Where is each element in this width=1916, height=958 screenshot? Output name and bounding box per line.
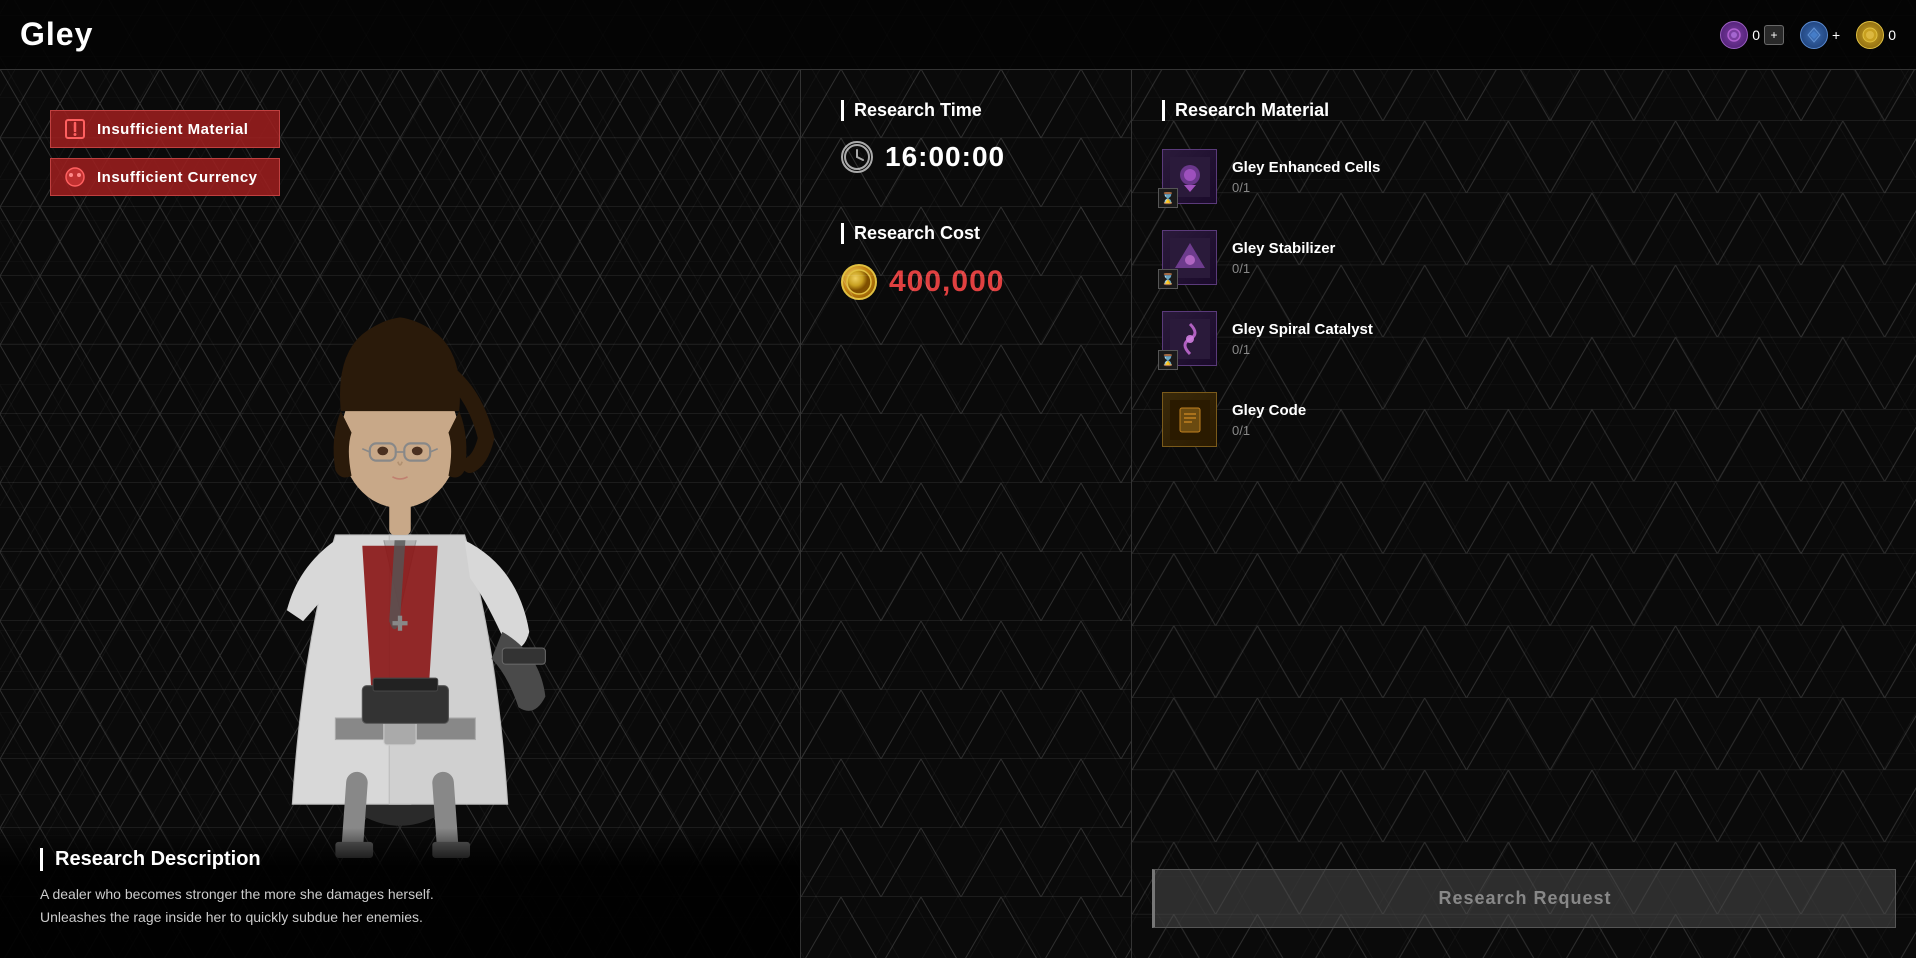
- main-layout: Insufficient Material Insufficient Curre…: [0, 70, 1916, 958]
- material-icon-container: ⌛: [1162, 149, 1217, 204]
- insufficient-currency-text: Insufficient Currency: [97, 169, 258, 186]
- cost-label: Research Cost: [841, 223, 1091, 244]
- caliber-value: 0: [1752, 27, 1760, 43]
- gold-currency: 0: [1856, 21, 1896, 49]
- material-icon-container: ⌛: [1162, 311, 1217, 366]
- material-name: Gley Code: [1232, 402, 1886, 419]
- currency-display: 0 + + 0: [1720, 21, 1896, 49]
- caliber-icon: [1720, 21, 1748, 49]
- research-request-button[interactable]: Research Request: [1152, 869, 1896, 928]
- hourglass-badge: ⌛: [1158, 188, 1178, 208]
- alert-badges: Insufficient Material Insufficient Curre…: [50, 110, 280, 196]
- crystalline-value: +: [1832, 27, 1840, 43]
- material-info: Gley Stabilizer 0/1: [1232, 240, 1886, 276]
- material-count: 0/1: [1232, 261, 1886, 276]
- research-description: Research Description A dealer who become…: [0, 828, 800, 958]
- material-item: ⌛ Gley Stabilizer 0/1: [1162, 222, 1886, 293]
- material-icon-container: [1162, 392, 1217, 447]
- time-display: 16:00:00: [841, 141, 1091, 173]
- middle-bg: [801, 70, 1131, 958]
- material-name: Gley Spiral Catalyst: [1232, 321, 1886, 338]
- hourglass-badge: ⌛: [1158, 350, 1178, 370]
- material-name: Gley Enhanced Cells: [1232, 159, 1886, 176]
- material-count: 0/1: [1232, 342, 1886, 357]
- material-count: 0/1: [1232, 423, 1886, 438]
- crystalline-icon: [1800, 21, 1828, 49]
- crystalline-currency: +: [1800, 21, 1840, 49]
- caliber-currency: 0 +: [1720, 21, 1784, 49]
- material-item: ⌛ Gley Spiral Catalyst 0/1: [1162, 303, 1886, 374]
- gold-coin-icon: [841, 264, 877, 300]
- material-item: Gley Code 0/1: [1162, 384, 1886, 455]
- gold-icon: [1856, 21, 1884, 49]
- page-title: Gley: [20, 16, 93, 53]
- description-title: Research Description: [40, 848, 760, 871]
- right-column: Research Material ⌛ Gley: [1132, 70, 1916, 958]
- material-alert-icon: [63, 117, 87, 141]
- material-icon-container: ⌛: [1162, 230, 1217, 285]
- insufficient-material-text: Insufficient Material: [97, 121, 248, 138]
- material-info: Gley Code 0/1: [1232, 402, 1886, 438]
- header: Gley 0 + +: [0, 0, 1916, 70]
- research-btn-container: Research Request: [1152, 869, 1896, 928]
- material-icon: [1162, 392, 1217, 447]
- gold-value: 0: [1888, 27, 1896, 43]
- material-name: Gley Stabilizer: [1232, 240, 1886, 257]
- cost-value: 400,000: [889, 265, 1004, 299]
- currency-alert-icon: [63, 165, 87, 189]
- middle-column: Research Time 16:00:00 Research Cost: [801, 70, 1131, 958]
- left-column: Insufficient Material Insufficient Curre…: [0, 70, 800, 958]
- character-svg: [150, 158, 650, 858]
- time-value: 16:00:00: [885, 141, 1005, 173]
- material-list: ⌛ Gley Enhanced Cells 0/1: [1162, 141, 1886, 455]
- material-info: Gley Spiral Catalyst 0/1: [1232, 321, 1886, 357]
- material-item: ⌛ Gley Enhanced Cells 0/1: [1162, 141, 1886, 212]
- hourglass-badge: ⌛: [1158, 269, 1178, 289]
- cost-display: 400,000: [841, 264, 1091, 300]
- time-section: Research Time 16:00:00: [841, 100, 1091, 173]
- time-label: Research Time: [841, 100, 1091, 121]
- material-info: Gley Enhanced Cells 0/1: [1232, 159, 1886, 195]
- materials-label: Research Material: [1162, 100, 1886, 121]
- insufficient-material-badge[interactable]: Insufficient Material: [50, 110, 280, 148]
- clock-icon: [841, 141, 873, 173]
- material-count: 0/1: [1232, 180, 1886, 195]
- character-display: [150, 158, 650, 858]
- cost-section: Research Cost 400,000: [841, 223, 1091, 300]
- insufficient-currency-badge[interactable]: Insufficient Currency: [50, 158, 280, 196]
- add-caliber-button[interactable]: +: [1764, 25, 1784, 45]
- description-text: A dealer who becomes stronger the more s…: [40, 883, 760, 928]
